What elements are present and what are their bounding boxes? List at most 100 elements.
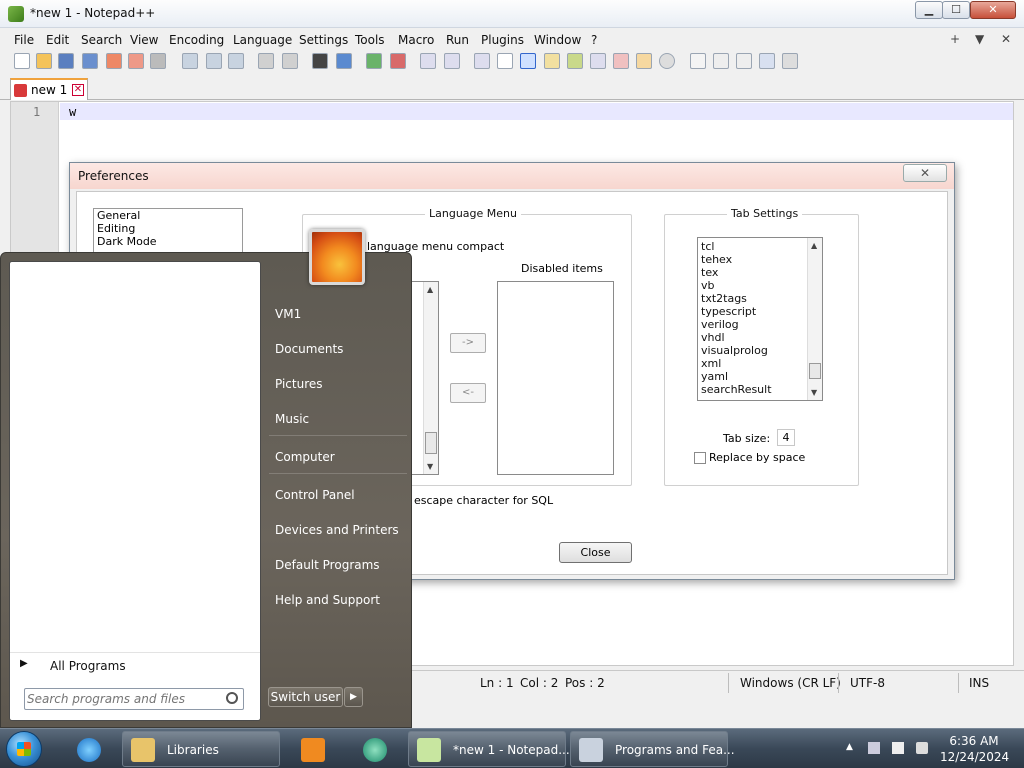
search-icon[interactable] <box>226 692 238 704</box>
move-to-available-button[interactable]: <- <box>450 383 486 403</box>
close-button[interactable]: Close <box>559 542 632 563</box>
replace-icon[interactable] <box>336 53 352 69</box>
list-item[interactable]: xml <box>701 357 772 370</box>
network-icon[interactable] <box>868 742 880 754</box>
category-item-dark-mode[interactable]: Dark Mode <box>94 235 242 248</box>
start-item-vm1[interactable]: VM1 <box>275 307 301 321</box>
close-window-button[interactable]: ✕ <box>970 1 1016 19</box>
taskbar-programs-features[interactable]: Programs and Fea... <box>570 731 735 767</box>
find-icon[interactable] <box>312 53 328 69</box>
save-macro-icon[interactable] <box>782 53 798 69</box>
list-item[interactable]: vb <box>701 279 772 292</box>
zoom-in-icon[interactable] <box>366 53 382 69</box>
dialog-close-button[interactable]: ✕ <box>903 164 947 182</box>
action-center-flag-icon[interactable] <box>892 742 904 754</box>
menu-language[interactable]: Language <box>233 33 292 47</box>
list-item[interactable]: visualprolog <box>701 344 772 357</box>
list-item[interactable]: tcl <box>701 240 772 253</box>
close-icon[interactable] <box>106 53 122 69</box>
menu-help[interactable]: ? <box>591 33 597 47</box>
taskbar-libraries[interactable]: Libraries <box>122 731 280 767</box>
sync-v-icon[interactable] <box>420 53 436 69</box>
shutdown-options-arrow[interactable]: ▶ <box>344 687 363 707</box>
status-eol[interactable]: Windows (CR LF) <box>740 676 841 690</box>
menu-settings[interactable]: Settings <box>299 33 348 47</box>
redo-icon[interactable] <box>282 53 298 69</box>
start-item-computer[interactable]: Computer <box>275 450 335 464</box>
vertical-scrollbar[interactable]: ▲ ▼ <box>423 282 438 474</box>
start-item-default-programs[interactable]: Default Programs <box>275 558 380 572</box>
record-macro-icon[interactable] <box>690 53 706 69</box>
menu-search[interactable]: Search <box>81 33 122 47</box>
scroll-thumb[interactable] <box>809 363 821 379</box>
title-bar[interactable]: *new 1 - Notepad++ ▁ ☐ ✕ <box>0 0 1024 28</box>
category-item-editing[interactable]: Editing <box>94 222 242 235</box>
menu-plugins[interactable]: Plugins <box>481 33 524 47</box>
all-programs-item[interactable]: ▶ All Programs <box>10 652 260 676</box>
start-item-devices-printers[interactable]: Devices and Printers <box>275 523 399 537</box>
menu-encoding[interactable]: Encoding <box>169 33 224 47</box>
category-item-general[interactable]: General <box>94 209 242 222</box>
maximize-button[interactable]: ☐ <box>942 1 970 19</box>
undo-icon[interactable] <box>258 53 274 69</box>
cut-icon[interactable] <box>182 53 198 69</box>
editor-text[interactable]: w <box>69 105 76 119</box>
paste-icon[interactable] <box>228 53 244 69</box>
monitoring-icon[interactable] <box>659 53 675 69</box>
replace-by-space-checkbox[interactable] <box>694 452 706 464</box>
doc-map-icon[interactable] <box>567 53 583 69</box>
scroll-down-icon[interactable]: ▼ <box>427 462 433 471</box>
new-file-icon[interactable] <box>14 53 30 69</box>
volume-muted-icon[interactable] <box>916 742 928 754</box>
start-item-documents[interactable]: Documents <box>275 342 343 356</box>
start-item-music[interactable]: Music <box>275 412 309 426</box>
menu-run[interactable]: Run <box>446 33 469 47</box>
close-all-icon[interactable] <box>128 53 144 69</box>
tab-list-down-icon[interactable]: ▼ <box>975 32 984 46</box>
list-item[interactable]: txt2tags <box>701 292 772 305</box>
scroll-up-icon[interactable]: ▲ <box>811 241 817 250</box>
show-all-chars-icon[interactable] <box>497 53 513 69</box>
stop-record-icon[interactable] <box>713 53 729 69</box>
list-item[interactable]: verilog <box>701 318 772 331</box>
status-insert-mode[interactable]: INS <box>969 676 989 690</box>
doc-list-icon[interactable] <box>590 53 606 69</box>
play-macro-icon[interactable] <box>736 53 752 69</box>
scroll-thumb[interactable] <box>425 432 437 454</box>
function-list-icon[interactable] <box>613 53 629 69</box>
escape-sql-label[interactable]: escape character for SQL <box>414 494 553 507</box>
sync-h-icon[interactable] <box>444 53 460 69</box>
switch-user-button[interactable]: Switch user <box>268 687 343 707</box>
list-item[interactable]: typescript <box>701 305 772 318</box>
taskbar-media-player[interactable] <box>290 731 334 767</box>
start-button[interactable] <box>6 731 42 767</box>
show-hidden-icons-icon[interactable]: ▲ <box>846 742 858 754</box>
list-item[interactable]: tehex <box>701 253 772 266</box>
list-item[interactable]: tex <box>701 266 772 279</box>
start-search-input[interactable] <box>27 691 217 707</box>
folder-workspace-icon[interactable] <box>636 53 652 69</box>
clock[interactable]: 6:36 AM 12/24/2024 <box>940 733 1009 765</box>
start-item-help-support[interactable]: Help and Support <box>275 593 380 607</box>
minimize-button[interactable]: ▁ <box>915 1 943 19</box>
list-item[interactable]: searchResult <box>701 383 772 396</box>
start-item-control-panel[interactable]: Control Panel <box>275 488 355 502</box>
list-item[interactable]: yaml <box>701 370 772 383</box>
move-to-disabled-button[interactable]: -> <box>450 333 486 353</box>
open-file-icon[interactable] <box>36 53 52 69</box>
word-wrap-icon[interactable] <box>474 53 490 69</box>
taskbar-app[interactable] <box>352 731 396 767</box>
scroll-up-icon[interactable]: ▲ <box>427 285 433 294</box>
run-macro-multiple-icon[interactable] <box>759 53 775 69</box>
menu-window[interactable]: Window <box>534 33 581 47</box>
menu-edit[interactable]: Edit <box>46 33 69 47</box>
udl-icon[interactable] <box>544 53 560 69</box>
indent-guide-icon[interactable] <box>520 53 536 69</box>
tab-language-list[interactable]: tcl tehex tex vb txt2tags typescript ver… <box>697 237 823 401</box>
new-tab-plus-icon[interactable]: + <box>950 32 960 46</box>
scroll-down-icon[interactable]: ▼ <box>811 388 817 397</box>
close-doc-icon[interactable]: ✕ <box>1001 32 1011 46</box>
list-item[interactable]: vhdl <box>701 331 772 344</box>
save-icon[interactable] <box>58 53 74 69</box>
zoom-out-icon[interactable] <box>390 53 406 69</box>
